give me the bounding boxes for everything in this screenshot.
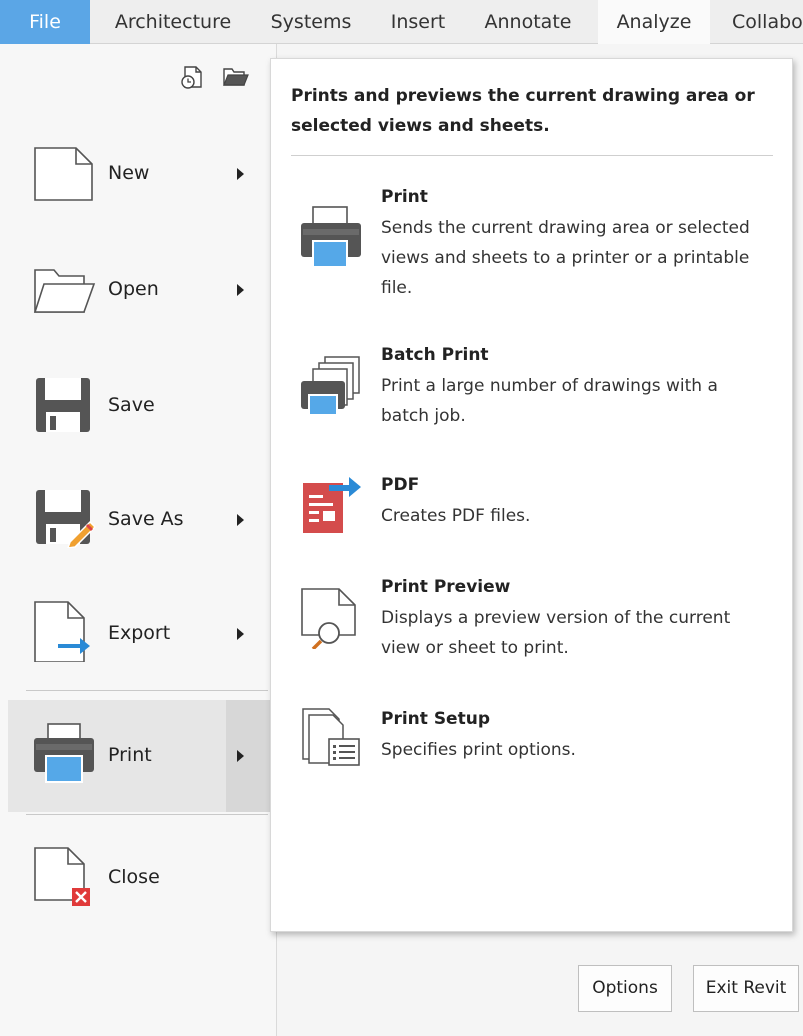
submenu-item-description: Print a large number of drawings with a … (381, 376, 718, 426)
submenu-arrow-icon (237, 750, 244, 762)
submenu-item-description: Sends the current drawing area or select… (381, 218, 750, 298)
export-icon (32, 598, 96, 663)
submenu-item-title: Print (381, 187, 428, 207)
menu-item-label: Export (108, 622, 171, 644)
submenu-divider (291, 155, 773, 156)
menu-item-label: Close (108, 866, 160, 888)
menu-separator (26, 814, 268, 815)
print-submenu-panel: Prints and previews the current drawing … (270, 58, 793, 932)
application-menu: New Open Save Save As Export Print Close (0, 44, 277, 1036)
tab-insert[interactable]: Insert (378, 0, 458, 44)
menu-item-print[interactable]: Print (8, 700, 270, 812)
close-document-icon (32, 842, 96, 906)
submenu-arrow-icon (237, 284, 244, 296)
submenu-item-title: Print Setup (381, 709, 490, 729)
menu-item-label: Print (108, 744, 152, 766)
menu-item-label: New (108, 162, 150, 184)
submenu-arrow-icon (237, 514, 244, 526)
menu-item-new[interactable]: New (0, 116, 270, 228)
ribbon-tab-bar: File Architecture Systems Insert Annotat… (0, 0, 803, 44)
submenu-item-description: Specifies print options. (381, 740, 576, 760)
submenu-item-title: Print Preview (381, 577, 511, 597)
submenu-item-title: Batch Print (381, 345, 489, 365)
menu-item-label: Save As (108, 508, 184, 530)
submenu-description: Prints and previews the current drawing … (291, 86, 755, 136)
menu-item-save-as[interactable]: Save As (0, 460, 270, 572)
submenu-item-print-setup[interactable]: Print Setup Specifies print options. (271, 708, 794, 789)
tab-analyze[interactable]: Analyze (598, 0, 710, 44)
tab-architecture[interactable]: Architecture (98, 0, 248, 44)
menu-item-label: Open (108, 278, 159, 300)
submenu-item-print[interactable]: Print Sends the current drawing area or … (271, 187, 794, 307)
menu-item-export[interactable]: Export (0, 574, 270, 686)
submenu-item-batch-print[interactable]: Batch Print Print a large number of draw… (271, 345, 794, 445)
menu-item-close[interactable]: Close (0, 818, 270, 930)
open-folder-icon (32, 256, 96, 320)
tab-systems[interactable]: Systems (258, 0, 364, 44)
printer-icon (299, 205, 363, 269)
printer-icon (32, 720, 96, 784)
print-setup-icon (299, 703, 363, 767)
submenu-item-print-preview[interactable]: Print Preview Displays a preview version… (271, 577, 794, 687)
new-document-icon (32, 140, 96, 204)
submenu-arrow-cell[interactable] (226, 700, 270, 812)
submenu-arrow-icon (237, 168, 244, 180)
floppy-disk-icon (32, 370, 96, 434)
tab-annotate[interactable]: Annotate (470, 0, 586, 44)
pdf-icon (299, 475, 363, 539)
options-button[interactable]: Options (578, 965, 672, 1012)
exit-revit-button[interactable]: Exit Revit (693, 965, 799, 1012)
menu-item-open[interactable]: Open (0, 232, 270, 344)
tab-collaborate[interactable]: Collabo (722, 0, 803, 44)
submenu-item-title: PDF (381, 475, 420, 495)
submenu-item-pdf[interactable]: PDF Creates PDF files. (271, 475, 794, 555)
save-as-icon (32, 484, 97, 549)
tab-file[interactable]: File (0, 0, 90, 44)
batch-print-icon (299, 355, 363, 419)
menu-separator (26, 690, 268, 691)
submenu-arrow-icon (237, 628, 244, 640)
print-preview-icon (299, 585, 363, 651)
recent-documents-icon[interactable] (180, 64, 206, 90)
submenu-item-description: Creates PDF files. (381, 506, 531, 526)
menu-item-save[interactable]: Save (0, 346, 270, 458)
submenu-item-description: Displays a preview version of the curren… (381, 608, 731, 658)
open-documents-icon[interactable] (222, 64, 249, 90)
menu-item-label: Save (108, 394, 155, 416)
